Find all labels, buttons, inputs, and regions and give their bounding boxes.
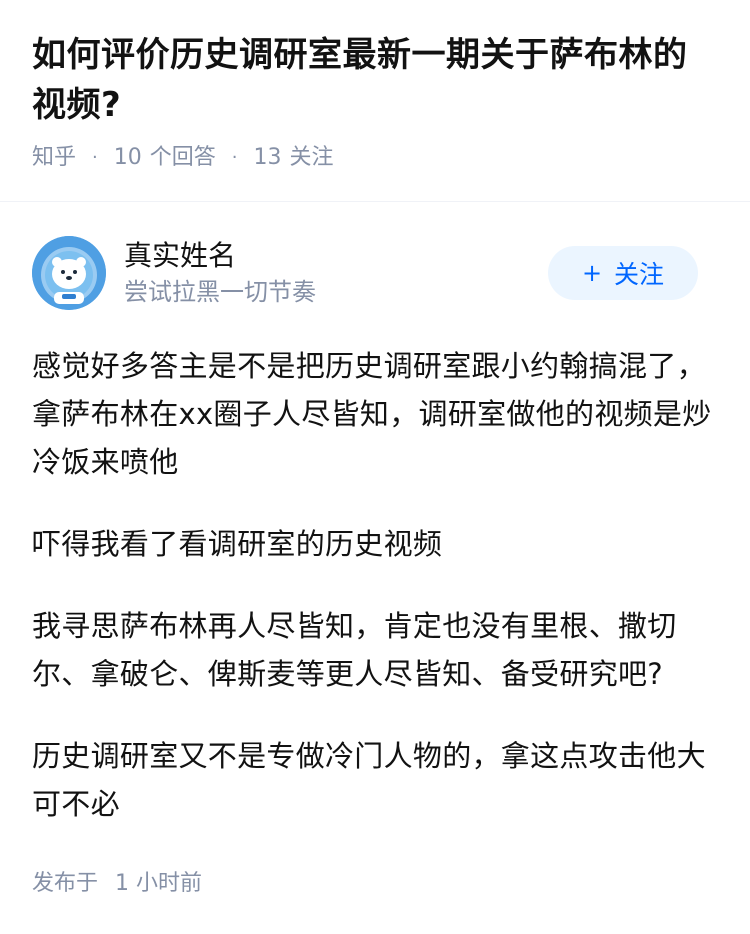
author-bio: 尝试拉黑一切节奏 — [124, 278, 316, 306]
meta-separator: · — [231, 147, 238, 168]
author-name[interactable]: 真实姓名 — [124, 237, 316, 275]
question-title[interactable]: 如何评价历史调研室最新一期关于萨布林的视频? — [32, 30, 718, 130]
answer-paragraph: 历史调研室又不是专做冷门人物的，拿这点攻击他大可不必 — [32, 739, 706, 821]
question-header: 如何评价历史调研室最新一期关于萨布林的视频? 知乎 · 10 个回答 · 13 … — [0, 0, 750, 170]
meta-separator: · — [92, 147, 98, 168]
follow-button[interactable]: + 关注 — [548, 246, 698, 300]
answer-card: 真实姓名 尝试拉黑一切节奏 + 关注 感觉好多答主是不是把历史调研室跟小约翰搞混… — [0, 202, 750, 900]
polar-bear-astronaut-icon — [32, 236, 106, 310]
author-info: 真实姓名 尝试拉黑一切节奏 — [124, 237, 316, 309]
follower-count: 13 — [253, 145, 282, 170]
publish-time-value: 1 小时前 — [115, 871, 203, 896]
answer-paragraph: 感觉好多答主是不是把历史调研室跟小约翰搞混了，拿萨布林在xx圈子人尽皆知，调研室… — [32, 349, 712, 479]
answer-count-label: 个回答 — [149, 145, 216, 170]
follow-button-label: 关注 — [614, 260, 665, 289]
publish-label: 发布于 — [32, 871, 99, 896]
follower-count-label: 关注 — [289, 145, 334, 170]
publish-time: 发布于 1 小时前 — [32, 868, 718, 900]
answer-paragraph: 吓得我看了看调研室的历史视频 — [32, 527, 443, 561]
avatar[interactable] — [32, 236, 106, 310]
author-row: 真实姓名 尝试拉黑一切节奏 + 关注 — [32, 236, 718, 310]
answer-count: 10 — [113, 145, 142, 170]
answer-paragraph: 我寻思萨布林再人尽皆知，肯定也没有里根、撒切尔、拿破仑、俾斯麦等更人尽皆知、备受… — [32, 609, 677, 691]
plus-icon: + — [581, 259, 603, 287]
source-label[interactable]: 知乎 — [32, 140, 76, 176]
question-meta: 知乎 · 10 个回答 · 13 关注 — [32, 140, 718, 176]
answer-content: 感觉好多答主是不是把历史调研室跟小约翰搞混了，拿萨布林在xx圈子人尽皆知，调研室… — [32, 342, 718, 828]
